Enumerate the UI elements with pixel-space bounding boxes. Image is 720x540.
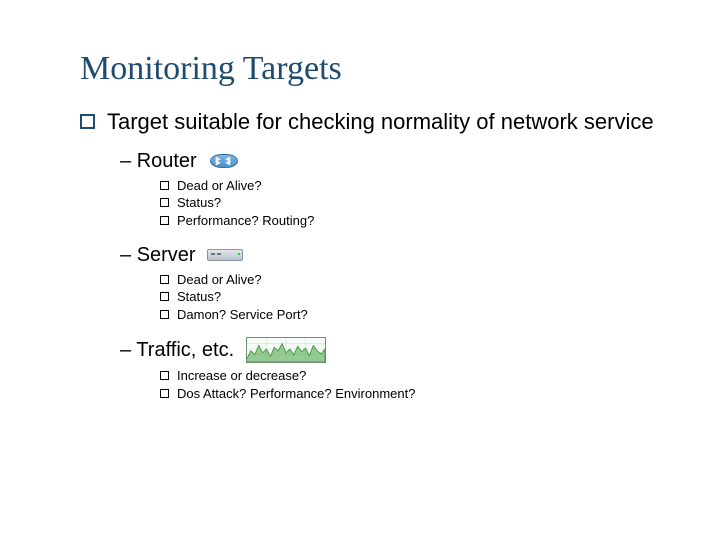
bullet-square-icon xyxy=(160,310,169,319)
item-text: Dead or Alive? xyxy=(177,271,262,289)
section-heading-server: Server xyxy=(120,243,660,266)
bullet-square-icon xyxy=(160,198,169,207)
bullet-square-icon xyxy=(80,114,95,129)
item-text: Damon? Service Port? xyxy=(177,306,308,324)
section-heading-traffic: Traffic, etc. xyxy=(120,337,660,363)
item-text: Performance? Routing? xyxy=(177,212,314,230)
item-text: Increase or decrease? xyxy=(177,367,306,385)
list-item: Dead or Alive? xyxy=(160,271,660,289)
router-icon xyxy=(208,150,238,172)
slide-title: Monitoring Targets xyxy=(80,50,660,88)
slide: Monitoring Targets Target suitable for c… xyxy=(0,0,720,540)
bullet-square-icon xyxy=(160,389,169,398)
list-item: Status? xyxy=(160,194,660,212)
bullet-square-icon xyxy=(160,292,169,301)
section-heading-label: Server xyxy=(120,244,196,267)
list-item: Increase or decrease? xyxy=(160,367,660,385)
list-item: Performance? Routing? xyxy=(160,212,660,230)
server-icon xyxy=(207,247,243,263)
list-item: Damon? Service Port? xyxy=(160,306,660,324)
item-text: Dead or Alive? xyxy=(177,177,262,195)
item-text: Status? xyxy=(177,288,221,306)
list-item: Status? xyxy=(160,288,660,306)
bullet-square-icon xyxy=(160,371,169,380)
lead-text: Target suitable for checking normality o… xyxy=(107,108,654,136)
lead-bullet-row: Target suitable for checking normality o… xyxy=(80,108,660,136)
bullet-square-icon xyxy=(160,216,169,225)
traffic-items: Increase or decrease? Dos Attack? Perfor… xyxy=(160,367,660,402)
bullet-square-icon xyxy=(160,275,169,284)
traffic-graph-icon xyxy=(246,337,326,363)
list-item: Dos Attack? Performance? Environment? xyxy=(160,385,660,403)
bullet-square-icon xyxy=(160,181,169,190)
section-heading-label: Traffic, etc. xyxy=(120,339,234,362)
router-items: Dead or Alive? Status? Performance? Rout… xyxy=(160,177,660,230)
item-text: Dos Attack? Performance? Environment? xyxy=(177,385,415,403)
item-text: Status? xyxy=(177,194,221,212)
section-heading-router: Router xyxy=(120,150,660,173)
server-items: Dead or Alive? Status? Damon? Service Po… xyxy=(160,271,660,324)
list-item: Dead or Alive? xyxy=(160,177,660,195)
section-heading-label: Router xyxy=(120,150,197,173)
